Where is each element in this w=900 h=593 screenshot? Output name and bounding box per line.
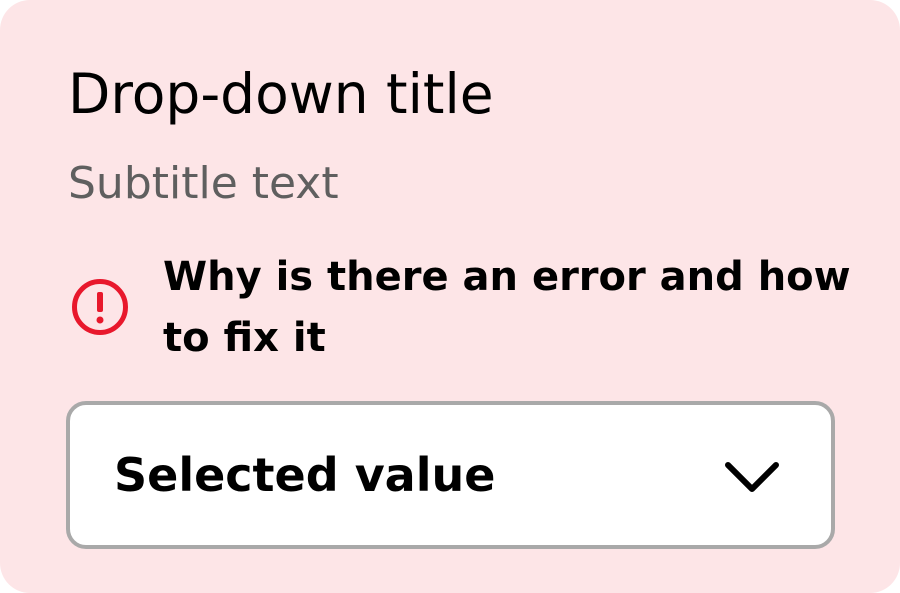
exclamation-circle-icon (70, 277, 130, 337)
dropdown-select[interactable]: Selected value (66, 401, 835, 549)
dropdown-title: Drop-down title (68, 62, 494, 126)
dropdown-panel: Drop-down title Subtitle text Why is the… (0, 0, 900, 593)
error-message: Why is there an error and how to fix it (163, 254, 851, 361)
dropdown-subtitle: Subtitle text (68, 158, 339, 209)
chevron-down-icon (720, 453, 784, 497)
selected-value: Selected value (114, 448, 496, 502)
